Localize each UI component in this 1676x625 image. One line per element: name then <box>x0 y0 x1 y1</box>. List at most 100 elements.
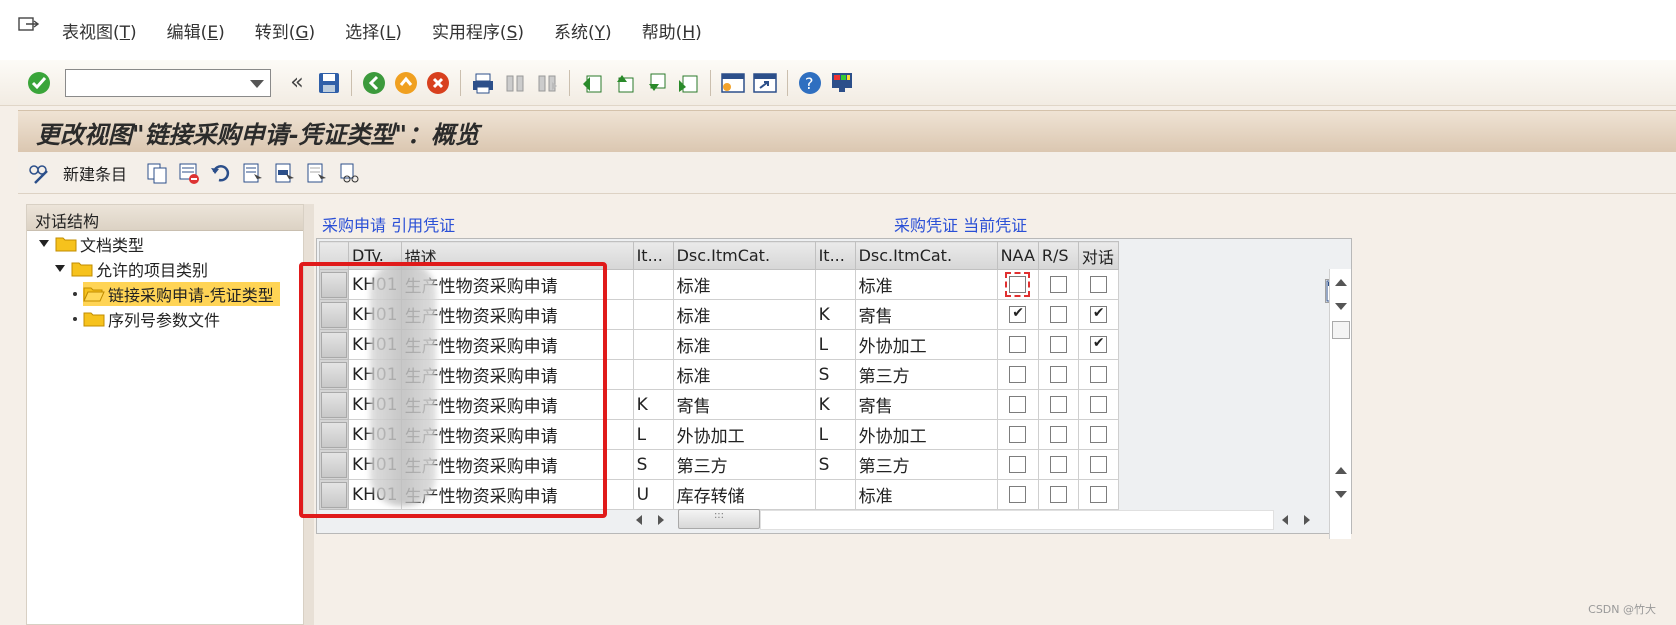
tree-item-allowed-item-categories[interactable]: 允许的项目类别 <box>27 256 303 281</box>
checkbox-dialog[interactable] <box>1089 426 1107 443</box>
menu-item[interactable]: 系统(Y) <box>554 18 612 43</box>
enter-check-icon[interactable] <box>26 70 52 96</box>
menu-item-accelerator: Y <box>594 22 606 43</box>
exit-icon[interactable] <box>393 70 419 96</box>
command-field[interactable] <box>65 68 271 97</box>
save-icon[interactable] <box>316 70 342 96</box>
expand-triangle-icon[interactable] <box>39 240 49 247</box>
hscroll-left-arrows[interactable] <box>630 510 670 530</box>
menu-item-accelerator: L <box>385 22 396 43</box>
copy-as-icon[interactable] <box>144 160 170 186</box>
select-all-icon[interactable] <box>240 160 266 186</box>
help-icon[interactable]: ? <box>797 70 823 96</box>
expand-triangle-icon[interactable] <box>55 265 65 272</box>
checkbox-naa[interactable] <box>1009 486 1027 503</box>
customize-layout-icon[interactable] <box>829 70 855 96</box>
menu-screen-icon[interactable] <box>18 16 40 36</box>
folder-icon <box>71 261 93 277</box>
checkbox-dialog[interactable] <box>1089 456 1107 473</box>
cell-item-category: L <box>814 329 856 360</box>
cell-item-category-desc: 第三方 <box>672 449 816 480</box>
menu-bar: 表视图(T) 编辑(E) 转到(G) 选择(L) 实用程序(S) 系统(Y) 帮助(H) <box>0 0 1676 60</box>
back-icon[interactable] <box>361 70 387 96</box>
variant-icon[interactable] <box>336 160 362 186</box>
scroll-down-icon[interactable] <box>1335 303 1347 310</box>
menu-item[interactable]: 实用程序(S) <box>432 18 524 43</box>
cancel-icon[interactable] <box>425 70 451 96</box>
checkbox-dialog[interactable] <box>1089 396 1107 413</box>
menu-item[interactable]: 选择(L) <box>345 18 402 43</box>
column-header[interactable]: 对话 <box>1077 241 1119 270</box>
toolbar-separator <box>787 69 788 96</box>
tree-item-document-types[interactable]: 文档类型 <box>27 231 303 256</box>
print-icon[interactable] <box>470 70 496 96</box>
cell-item-category-desc: 寄售 <box>854 389 998 420</box>
toolbar-separator <box>569 69 570 96</box>
menu-item[interactable]: 帮助(H) <box>642 18 702 43</box>
checkbox-dialog[interactable] <box>1089 335 1107 353</box>
column-header[interactable]: Dsc.ItmCat. <box>854 241 998 270</box>
menu-item[interactable]: 表视图(T) <box>62 18 137 43</box>
checkbox-naa[interactable] <box>1009 366 1027 383</box>
menu-item-suffix: ) <box>605 22 612 43</box>
last-page-icon[interactable] <box>675 70 701 96</box>
checkbox-naa[interactable] <box>1009 426 1027 443</box>
hscroll-right-arrows[interactable] <box>1276 510 1316 530</box>
create-session-icon[interactable] <box>720 70 746 96</box>
hscroll-track[interactable] <box>760 510 1274 530</box>
hscroll-thumb[interactable]: ::: <box>678 509 760 529</box>
checkbox-rs[interactable] <box>1049 276 1067 293</box>
checkbox-naa[interactable] <box>1009 456 1027 473</box>
checkbox-dialog[interactable] <box>1089 486 1107 503</box>
tree-item-serial-number-profile[interactable]: 序列号参数文件 <box>27 306 303 331</box>
menu-item-suffix: ) <box>308 22 316 43</box>
select-block-icon[interactable] <box>272 160 298 186</box>
page-down-icon[interactable] <box>1335 491 1347 498</box>
checkbox-naa[interactable] <box>1009 396 1027 413</box>
checkbox-rs[interactable] <box>1049 336 1067 353</box>
checkbox-dialog[interactable] <box>1089 305 1107 323</box>
menu-item[interactable]: 转到(G) <box>255 18 315 43</box>
menu-item[interactable]: 编辑(E) <box>167 18 225 43</box>
checkbox-dialog[interactable] <box>1089 276 1107 293</box>
checkbox-naa[interactable] <box>1009 305 1027 323</box>
first-page-icon[interactable] <box>579 70 605 96</box>
checkbox-naa[interactable] <box>1009 336 1027 353</box>
new-entries-button[interactable]: 新建条目 <box>63 161 127 185</box>
checkbox-rs[interactable] <box>1049 426 1067 443</box>
checkbox-rs[interactable] <box>1049 396 1067 413</box>
checkbox-rs[interactable] <box>1049 366 1067 383</box>
cell-item-category <box>632 299 674 330</box>
collapse-toolbar-icon[interactable]: « <box>284 70 310 96</box>
tree-item-link-pr-doctype[interactable]: 链接采购申请-凭证类型 <box>27 281 303 306</box>
vertical-scrollbar[interactable] <box>1329 269 1351 539</box>
checkbox-rs[interactable] <box>1049 456 1067 473</box>
scroll-thumb[interactable] <box>1332 321 1350 339</box>
checkbox-rs[interactable] <box>1049 306 1067 323</box>
column-header[interactable]: NAA <box>996 241 1039 270</box>
scroll-up-icon[interactable] <box>1335 279 1347 286</box>
page-up-icon[interactable] <box>1335 467 1347 474</box>
column-header[interactable]: R/S <box>1037 241 1079 270</box>
deselect-all-icon[interactable] <box>304 160 330 186</box>
checkbox-naa[interactable] <box>1005 272 1031 297</box>
tree-item-label: 文档类型 <box>80 235 145 255</box>
column-header[interactable]: Dsc.ItmCat. <box>672 241 816 270</box>
find-next-icon[interactable] <box>534 70 560 96</box>
checkbox-cell <box>996 329 1039 360</box>
column-header[interactable]: It... <box>814 241 856 270</box>
previous-page-icon[interactable] <box>611 70 637 96</box>
undo-change-icon[interactable] <box>208 160 234 186</box>
cell-item-category-desc: 标准 <box>854 269 998 300</box>
checkbox-rs[interactable] <box>1049 486 1067 503</box>
checkbox-cell <box>1037 449 1079 480</box>
column-header[interactable]: It... <box>632 241 674 270</box>
checkbox-dialog[interactable] <box>1089 366 1107 383</box>
chevron-down-icon[interactable] <box>250 79 264 88</box>
menu-item-label: 实用程序( <box>431 22 507 43</box>
generate-shortcut-icon[interactable] <box>752 70 778 96</box>
display-change-icon[interactable] <box>26 160 52 186</box>
find-icon[interactable] <box>502 70 528 96</box>
delete-icon[interactable] <box>176 160 202 186</box>
next-page-icon[interactable] <box>643 70 669 96</box>
